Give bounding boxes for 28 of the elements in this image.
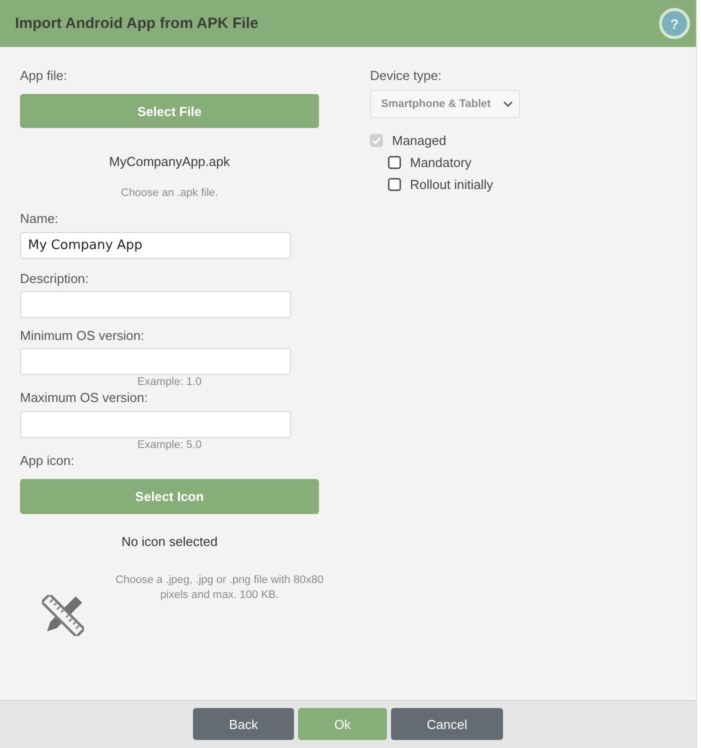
example-hint: Example: 1.0: [136, 375, 203, 389]
checkbox-label: Rollout initially: [410, 176, 494, 192]
text-input[interactable]: [20, 411, 291, 438]
checkbox-label: Managed: [392, 132, 446, 148]
chevron-down-icon: [503, 101, 513, 107]
dialog-button[interactable]: Back: [193, 708, 294, 740]
icon-hint-text: Choose a .jpeg, .jpg or .png file with 80x80 pixels and max. 100 KB.: [114, 573, 324, 603]
dialog-button[interactable]: Cancel: [391, 708, 503, 740]
hint-text: Choose an .apk file.: [120, 186, 218, 201]
text-input[interactable]: [20, 291, 291, 318]
ok-button[interactable]: Ok: [298, 708, 387, 740]
icon-status: No icon selected: [121, 533, 218, 551]
dialog-title: Import Android App from APK File: [15, 15, 258, 32]
select-icon-button[interactable]: Select Icon: [20, 479, 319, 514]
example-hint: Example: 5.0: [136, 438, 203, 452]
field-label: Name:: [20, 210, 58, 228]
field-label: Device type:: [370, 67, 442, 85]
checkbox-label: Mandatory: [410, 154, 472, 170]
text-input[interactable]: My Company App: [20, 232, 291, 259]
field-label: App icon:: [20, 452, 74, 470]
select-file-button[interactable]: Select File: [20, 94, 319, 128]
field-label: Minimum OS version:: [20, 327, 144, 345]
field-label: App file:: [20, 67, 67, 85]
file-name: MyCompanyApp.apk: [109, 153, 230, 171]
text-input[interactable]: [20, 348, 291, 375]
help-button[interactable]: ?: [659, 8, 690, 39]
field-label: Maximum OS version:: [20, 389, 148, 407]
field-label: Description:: [20, 270, 89, 288]
